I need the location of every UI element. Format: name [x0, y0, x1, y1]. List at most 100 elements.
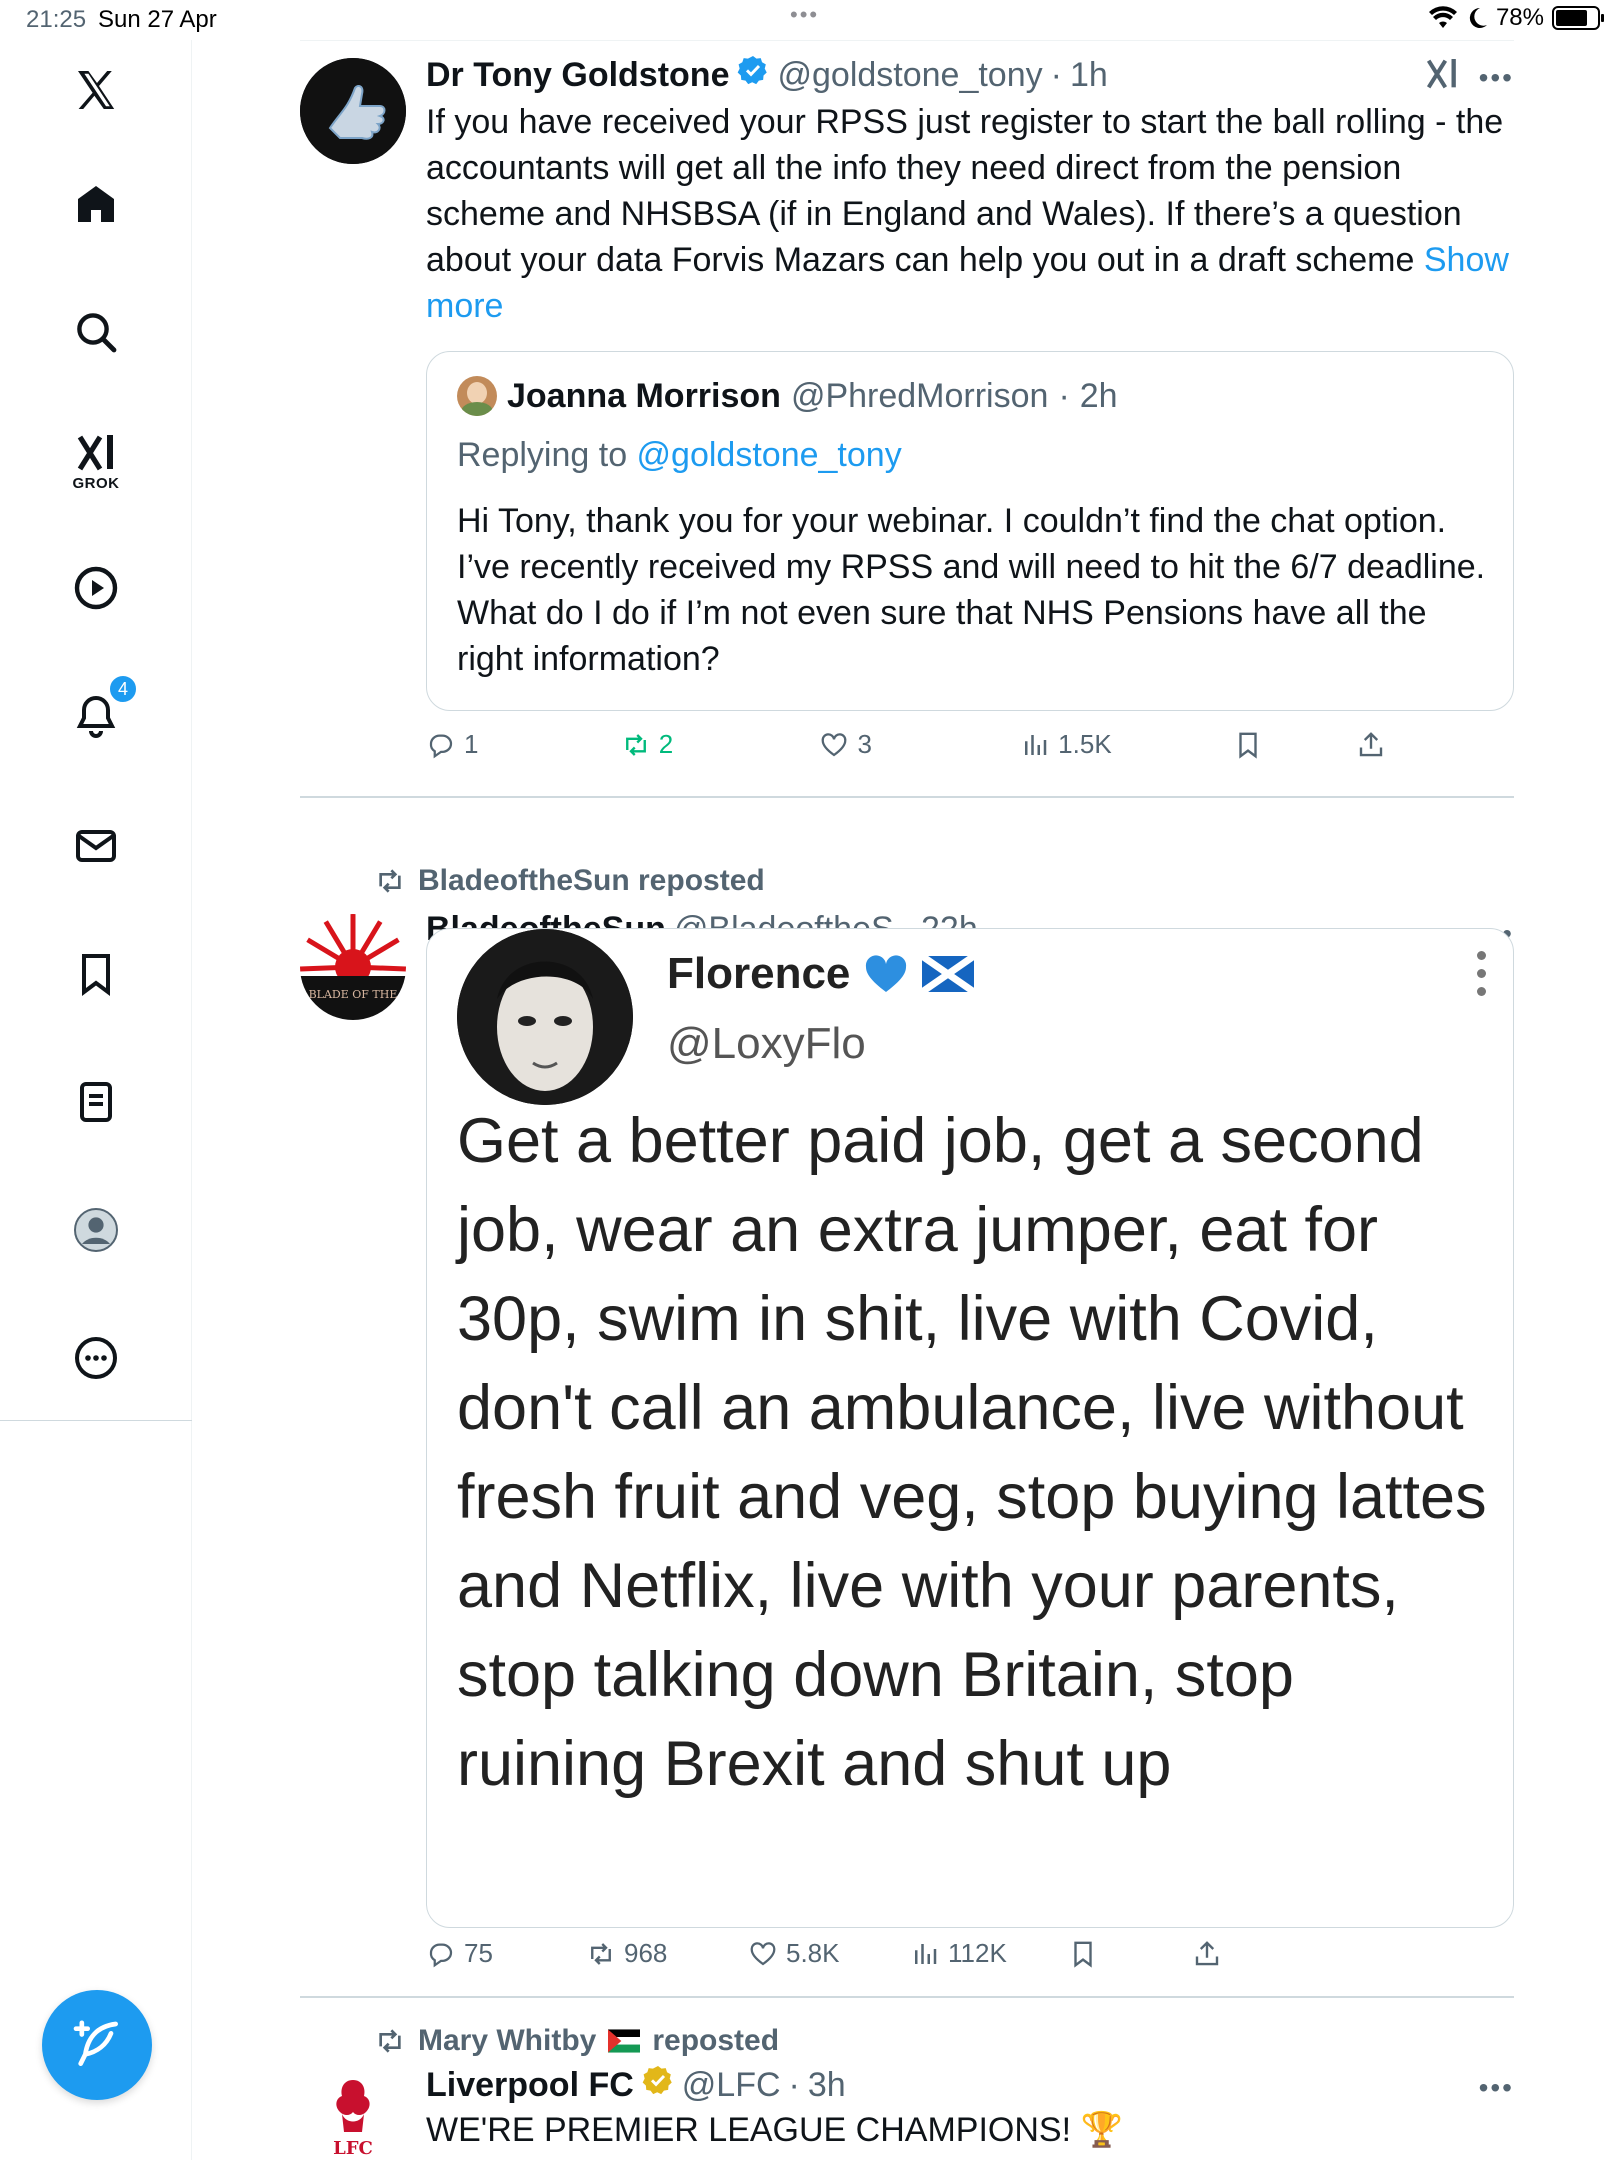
quote-author-name[interactable]: Joanna Morrison — [507, 377, 781, 416]
repost-context-text: BladeoftheSun reposted — [418, 864, 765, 897]
x-logo-icon[interactable] — [60, 54, 132, 126]
timestamp[interactable]: 3h — [808, 2066, 846, 2105]
search-icon[interactable] — [60, 296, 132, 368]
views-icon — [915, 1943, 937, 1964]
more-options-icon[interactable]: ••• — [1479, 2072, 1514, 2104]
tweet-divider — [300, 1996, 1514, 1998]
sidebar-divider — [0, 1420, 192, 1421]
heart-icon — [750, 1941, 776, 1965]
more-options-icon[interactable] — [60, 1322, 132, 1394]
embedded-image[interactable]: Florence @LoxyFlo Get a better paid job,… — [426, 928, 1514, 1928]
tweet-text-body: If you have received your RPSS just regi… — [426, 103, 1504, 279]
gold-verified-badge-icon — [642, 2066, 672, 2095]
tweet-header: Liverpool FC @LFC · 3h — [426, 2064, 1514, 2105]
repost-icon — [625, 733, 646, 756]
reply-button[interactable]: 75 — [426, 1938, 586, 1969]
quote-header: Joanna Morrison @PhredMorrison · 2h — [457, 376, 1118, 416]
image-text: Get a better paid job, get a second job,… — [457, 1106, 1487, 1799]
notifications-badge: 4 — [108, 674, 138, 704]
bookmark-icon — [1239, 732, 1257, 759]
author-name[interactable]: Liverpool FC — [426, 2066, 634, 2105]
like-button[interactable]: 5.8K — [748, 1938, 910, 1969]
grok-explain-icon[interactable] — [1422, 54, 1462, 94]
bookmarks-icon[interactable] — [60, 938, 132, 1010]
reply-button[interactable]: 1 — [426, 729, 621, 760]
profile-avatar-icon[interactable] — [60, 1194, 132, 1266]
views-button[interactable]: 1.5K — [1020, 729, 1233, 760]
image-author-name-text: Florence — [667, 949, 851, 998]
avatar[interactable]: LFC — [300, 2072, 406, 2160]
video-icon[interactable] — [60, 552, 132, 624]
quote-author-handle[interactable]: @PhredMorrison — [791, 377, 1049, 416]
more-options-icon[interactable]: ••• — [1479, 62, 1514, 94]
quote-text: Hi Tony, thank you for your webinar. I c… — [457, 502, 1486, 678]
views-button[interactable]: 112K — [910, 1938, 1068, 1969]
tweet-text: If you have received your RPSS just regi… — [426, 99, 1514, 329]
quote-timestamp[interactable]: 2h — [1080, 377, 1118, 416]
repost-context[interactable]: Mary Whitby reposted — [374, 2024, 779, 2058]
like-button[interactable]: 3 — [819, 729, 1020, 760]
tweet-text: WE'RE PREMIER LEAGUE CHAMPIONS! 🏆 — [426, 2111, 1123, 2149]
like-count: 5.8K — [786, 1938, 840, 1968]
author-handle[interactable]: @goldstone_tony — [777, 56, 1042, 95]
compose-post-button[interactable] — [42, 1990, 152, 2100]
author-name[interactable]: Dr Tony Goldstone — [426, 56, 729, 95]
share-button[interactable] — [1192, 1939, 1222, 1969]
grok-icon — [77, 434, 113, 470]
tweet[interactable]: Mary Whitby reposted LFC Liverpool FC @L… — [300, 2010, 1514, 2160]
share-icon — [1359, 731, 1383, 756]
status-time: 21:25 — [26, 6, 87, 33]
avatar[interactable]: BLADE OF THE — [300, 914, 406, 1020]
repost-context[interactable]: BladeoftheSun reposted — [374, 864, 765, 898]
messages-icon[interactable] — [60, 810, 132, 882]
avatar-text: LFC — [333, 2138, 373, 2159]
tweet-actions: 75 968 5.8K 112K — [426, 1938, 1386, 1969]
quote-avatar[interactable] — [457, 376, 497, 416]
bookmark-icon — [1074, 1941, 1092, 1968]
repost-button[interactable]: 968 — [586, 1938, 748, 1969]
battery-icon — [1552, 6, 1604, 30]
verified-badge-icon — [738, 56, 768, 85]
repost-context-suffix: reposted — [652, 2024, 780, 2057]
avatar[interactable] — [300, 58, 406, 164]
status-bar: 21:25 Sun 27 Apr ••• 78% — [0, 0, 1620, 40]
like-count: 3 — [857, 729, 872, 759]
compose-feather-icon — [73, 2020, 118, 2066]
timestamp[interactable]: 1h — [1070, 56, 1108, 95]
reply-icon — [429, 734, 453, 758]
image-author-name: Florence — [667, 949, 975, 999]
grok-button[interactable]: GROK — [60, 424, 132, 496]
reply-count: 75 — [464, 1938, 493, 1968]
views-icon — [1025, 734, 1047, 755]
repost-icon — [591, 1942, 611, 1965]
status-date: Sun 27 Apr — [98, 6, 217, 33]
repost-button[interactable]: 2 — [621, 729, 820, 760]
tweet[interactable]: BladeoftheSun reposted BLADE OF THE Blad… — [300, 810, 1514, 2010]
views-count: 1.5K — [1058, 729, 1112, 759]
bookmark-button[interactable] — [1068, 1939, 1192, 1969]
quoted-tweet[interactable]: Joanna Morrison @PhredMorrison · 2h Repl… — [426, 351, 1514, 711]
share-button[interactable] — [1356, 730, 1386, 760]
status-right: 78% — [1428, 4, 1604, 32]
palestine-flag-icon — [608, 2029, 641, 2053]
timeline-feed: Dr Tony Goldstone @goldstone_tony · 1h •… — [300, 40, 1514, 2160]
dot-separator: · — [1050, 56, 1062, 94]
reply-icon — [429, 1943, 453, 1967]
repost-icon — [379, 2029, 401, 2053]
replying-to: Replying to @goldstone_tony — [457, 436, 902, 475]
repost-count: 2 — [658, 729, 674, 759]
image-avatar — [457, 929, 633, 1105]
multitasking-dots[interactable]: ••• — [790, 2, 819, 28]
home-icon[interactable] — [60, 168, 132, 240]
tweet[interactable]: Dr Tony Goldstone @goldstone_tony · 1h •… — [300, 40, 1514, 800]
replying-to-handle[interactable]: @goldstone_tony — [637, 436, 902, 474]
dot-separator: · — [1058, 376, 1070, 415]
bookmark-button[interactable] — [1233, 730, 1356, 760]
repost-icon — [379, 869, 401, 893]
author-handle[interactable]: @LFC — [682, 2066, 781, 2105]
moon-icon — [1469, 7, 1487, 28]
battery-percent: 78% — [1495, 4, 1544, 31]
scotland-flag-icon — [922, 956, 975, 992]
lists-icon[interactable] — [60, 1066, 132, 1138]
notifications-button[interactable]: 4 — [60, 674, 138, 752]
